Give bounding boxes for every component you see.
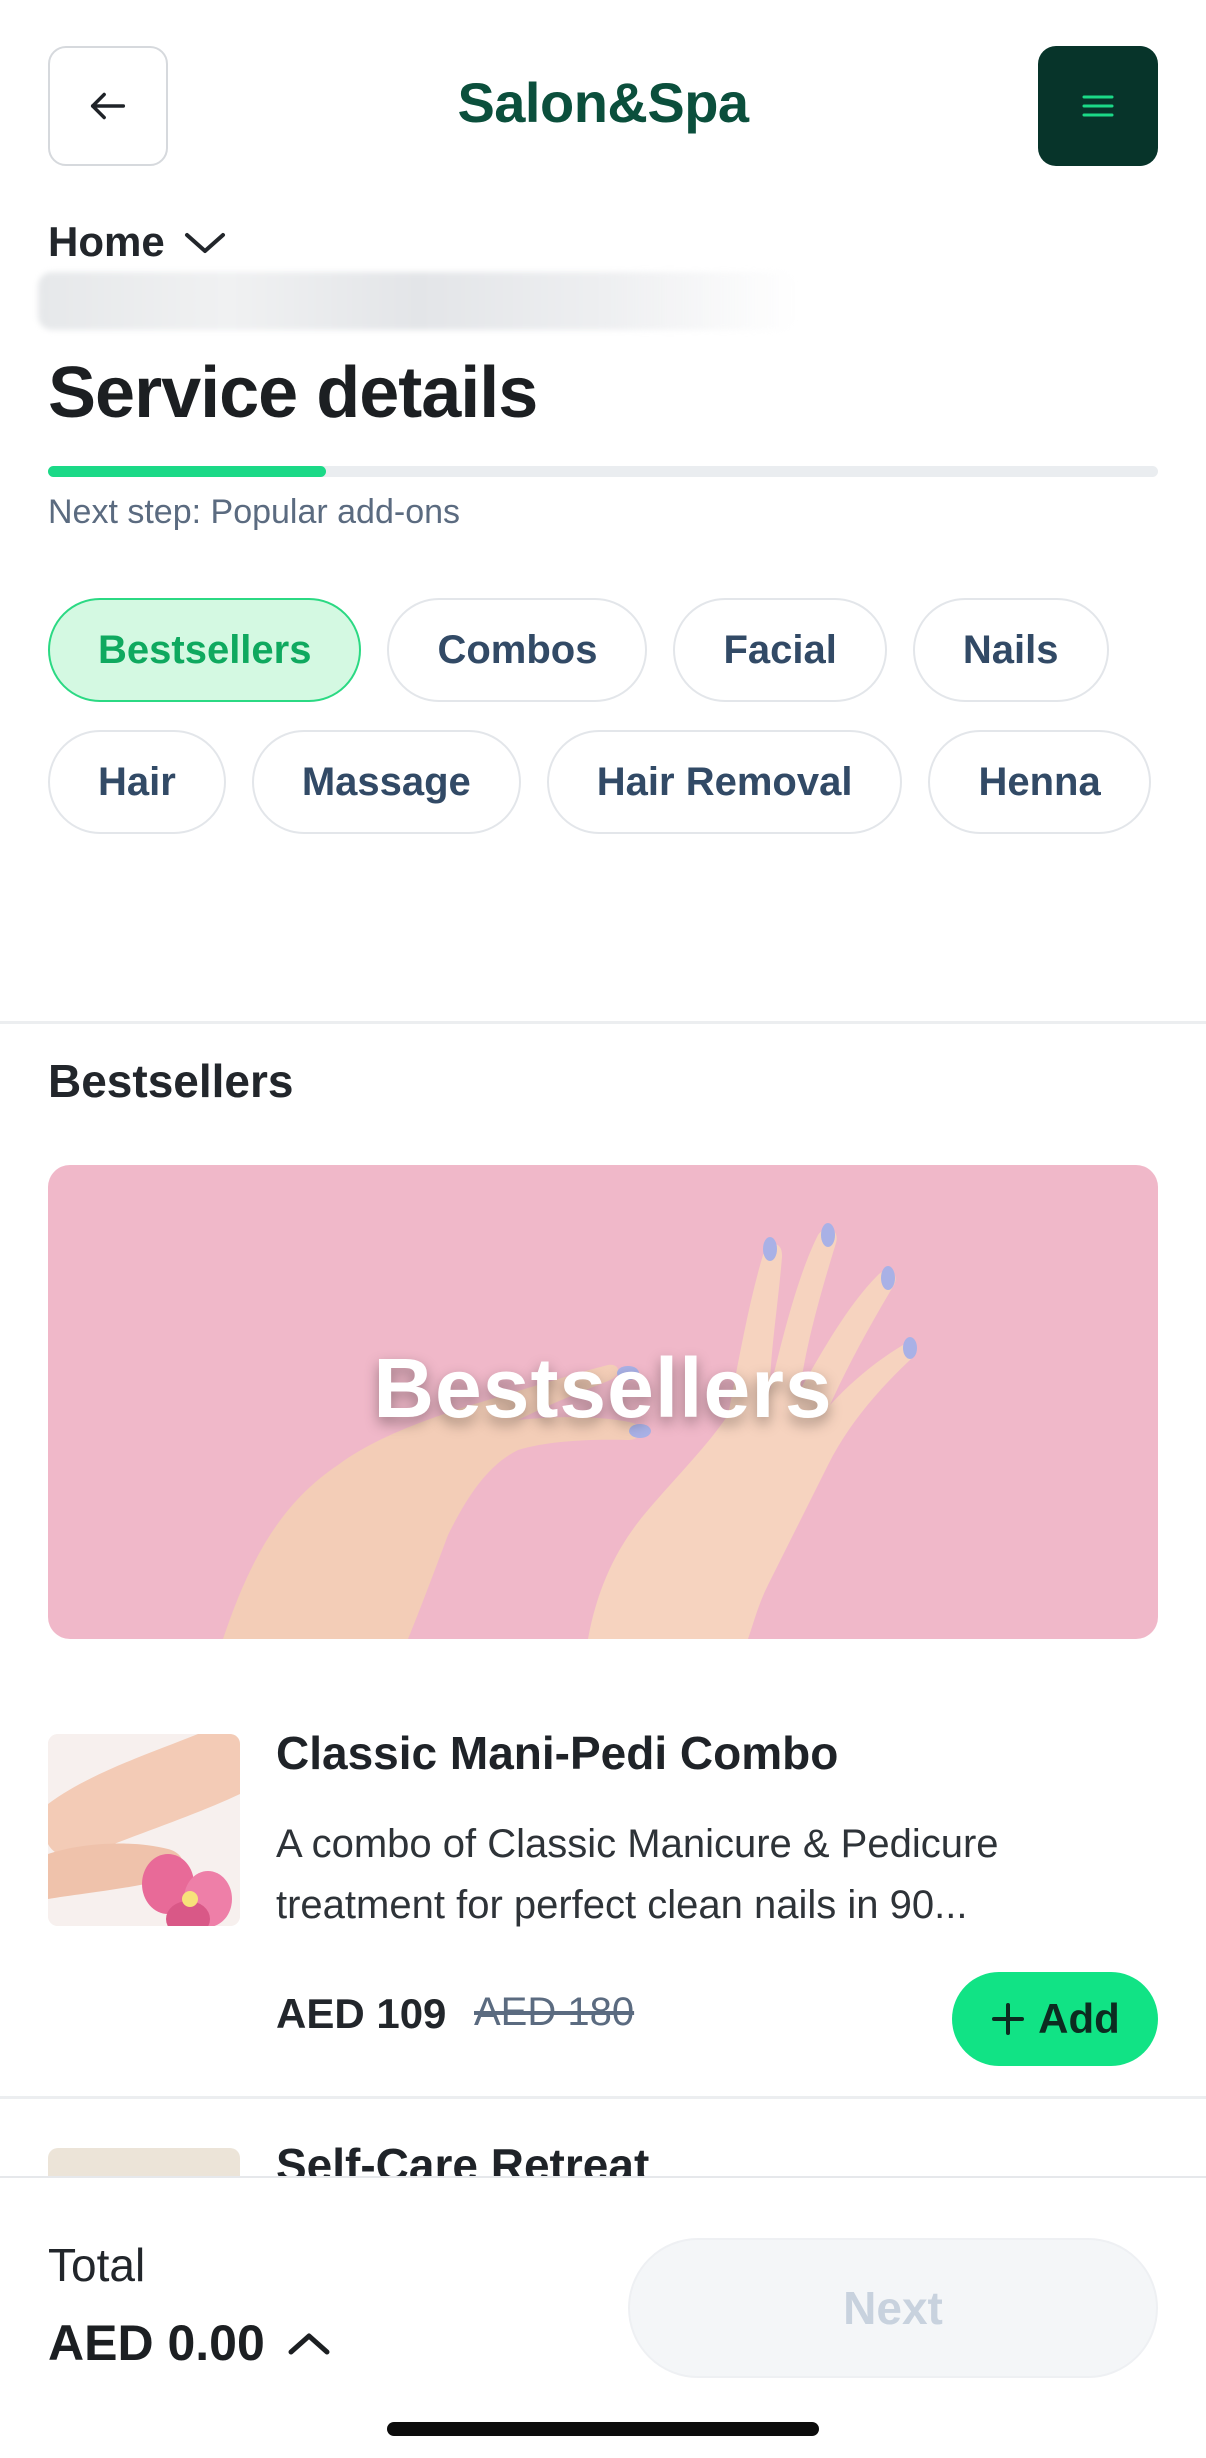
add-button-label: Add bbox=[1038, 1995, 1120, 2042]
add-service-button[interactable]: Add bbox=[952, 1972, 1158, 2066]
progress-fill bbox=[48, 466, 326, 477]
section-title: Bestsellers bbox=[48, 1055, 294, 1107]
checkout-footer: Total AED 0.00 Next bbox=[0, 2176, 1206, 2458]
next-step-text: Next step: Popular add-ons bbox=[48, 493, 461, 531]
banner-title: Bestsellers bbox=[373, 1341, 833, 1435]
total-label: Total bbox=[48, 2239, 146, 2291]
service-image[interactable] bbox=[48, 2148, 240, 2178]
service-image[interactable] bbox=[48, 1734, 240, 1926]
total-amount: AED 0.00 bbox=[48, 2315, 265, 2371]
location-label: Home bbox=[48, 218, 165, 265]
location-selector[interactable]: Home bbox=[48, 218, 227, 266]
next-button[interactable]: Next bbox=[628, 2238, 1158, 2378]
chip-nails[interactable]: Nails bbox=[912, 598, 1109, 702]
chevron-down-icon bbox=[184, 233, 225, 253]
home-indicator bbox=[387, 2422, 819, 2436]
category-chips: Bestsellers Combos Facial Nails Hair Mas… bbox=[48, 598, 1158, 834]
blurred-address bbox=[38, 272, 798, 330]
chip-massage[interactable]: Massage bbox=[251, 730, 521, 834]
chip-henna[interactable]: Henna bbox=[928, 730, 1151, 834]
app-header: Salon&Spa bbox=[0, 0, 1206, 210]
service-price: AED 109 bbox=[276, 1990, 447, 2037]
plus-icon bbox=[992, 2003, 1025, 2035]
chip-bestsellers[interactable]: Bestsellers bbox=[48, 598, 362, 702]
chip-facial[interactable]: Facial bbox=[673, 598, 887, 702]
mani-pedi-photo bbox=[48, 1734, 240, 1926]
chevron-up-icon bbox=[288, 2333, 330, 2355]
service-divider bbox=[0, 2096, 1206, 2099]
progress-bar bbox=[48, 466, 1158, 477]
bestsellers-banner: Bestsellers bbox=[48, 1165, 1158, 1639]
chip-hair-removal[interactable]: Hair Removal bbox=[546, 730, 903, 834]
brand-logo[interactable]: Salon&Spa bbox=[0, 70, 1206, 135]
service-title[interactable]: Classic Mani-Pedi Combo bbox=[276, 1726, 838, 1780]
service-description: A combo of Classic Manicure & Pedicure t… bbox=[276, 1822, 999, 1927]
service-old-price: AED 180 bbox=[474, 1990, 635, 2034]
hamburger-menu-icon bbox=[1082, 95, 1114, 117]
chip-hair[interactable]: Hair bbox=[48, 730, 226, 834]
page-title: Service details bbox=[48, 353, 538, 433]
total-toggle[interactable]: AED 0.00 bbox=[48, 2314, 331, 2372]
menu-button[interactable] bbox=[1038, 46, 1158, 166]
section-divider bbox=[0, 1021, 1206, 1024]
chip-combos[interactable]: Combos bbox=[387, 598, 648, 702]
